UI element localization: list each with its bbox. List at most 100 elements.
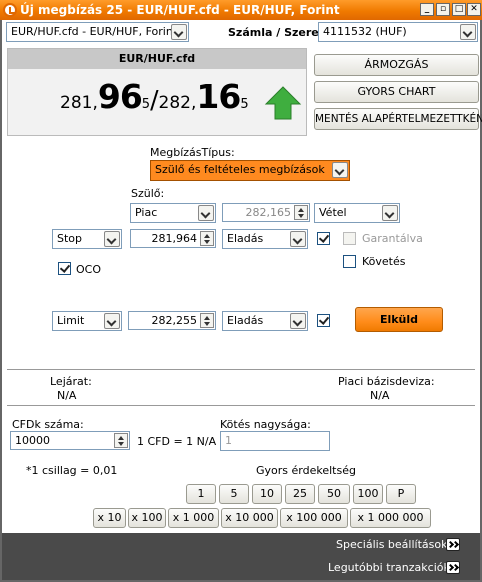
multiplier-x10000[interactable]: x 10 000 <box>221 508 278 528</box>
parent-side-value: Vétel <box>319 206 347 219</box>
stop-side-select[interactable]: Eladás <box>222 229 308 249</box>
quick-amount-50[interactable]: 50 <box>318 484 350 504</box>
chevron-down-icon <box>171 24 187 40</box>
chevron-down-icon <box>332 162 348 178</box>
stop-side-value: Eladás <box>227 232 264 245</box>
spinner-arrows-icon[interactable] <box>200 231 214 246</box>
multiplier-x100[interactable]: x 100 <box>128 508 166 528</box>
quick-amount-100[interactable]: 100 <box>353 484 383 504</box>
bid-big-digits: 96 <box>97 77 143 116</box>
window-title: Új megbízás 25 - EUR/HUF.cfd - EUR/HUF, … <box>20 3 340 17</box>
maximize-button[interactable]: □ <box>452 3 466 16</box>
quote-price: 281,965/282,165 <box>60 77 249 127</box>
app-icon <box>3 3 17 17</box>
title-bar[interactable]: Új megbízás 25 - EUR/HUF.cfd - EUR/HUF, … <box>0 0 482 20</box>
stop-enable-checkbox[interactable] <box>317 232 330 245</box>
chevron-down-icon <box>104 313 120 329</box>
limit-type-value: Limit <box>57 314 85 327</box>
account-select-value: 4111532 (HUF) <box>323 25 407 38</box>
spinner-arrows-icon[interactable] <box>200 313 214 328</box>
bid-small-digit: 5 <box>141 97 151 112</box>
multiplier-x100000[interactable]: x 100 000 <box>280 508 348 528</box>
parent-type-select[interactable]: Piac <box>130 203 216 223</box>
trade-size-field[interactable]: 1 <box>220 431 330 451</box>
quick-amount-p[interactable]: P <box>386 484 416 504</box>
star-note: *1 csillag = 0,01 <box>26 464 118 477</box>
price-move-button[interactable]: ÁRMOZGÁS <box>314 54 479 76</box>
special-settings-label: Speciális beállítások: <box>336 538 452 551</box>
follow-label: Követés <box>362 255 406 268</box>
trend-up-arrow-icon <box>264 86 302 120</box>
recent-transactions-label: Legutóbbi tranzakciók: <box>328 561 454 574</box>
guaranteed-checkbox <box>343 232 356 245</box>
quick-amount-10[interactable]: 10 <box>252 484 282 504</box>
cfd-count-value: 10000 <box>15 434 50 447</box>
oco-label: OCO <box>76 263 101 276</box>
divider <box>7 369 475 370</box>
quote-symbol: EUR/HUF.cfd <box>8 49 306 69</box>
spinner-arrows-icon <box>294 205 308 220</box>
multiplier-x10[interactable]: x 10 <box>93 508 126 528</box>
chevron-down-icon <box>290 313 306 329</box>
ask-small-digit: 5 <box>240 97 249 112</box>
stop-price-spinner[interactable]: 281,964 <box>130 229 216 248</box>
limit-price-spinner[interactable]: 282,255 <box>128 311 216 330</box>
chevron-down-icon <box>198 205 214 221</box>
limit-side-value: Eladás <box>227 314 264 327</box>
base-currency-label: Piaci bázisdeviza: <box>338 375 435 388</box>
cfd-count-spinner[interactable]: 10000 <box>10 431 130 450</box>
quick-amount-label: Gyors érdekeltség <box>256 464 356 477</box>
parent-price-value: 282,165 <box>245 206 292 219</box>
ask-big-digits: 16 <box>196 77 241 116</box>
oco-checkbox[interactable] <box>58 262 71 275</box>
parent-type-value: Piac <box>135 206 158 219</box>
chevron-down-icon <box>104 231 120 247</box>
base-currency-value: N/A <box>370 389 390 402</box>
stop-type-value: Stop <box>57 232 83 245</box>
special-settings-expand-icon[interactable] <box>446 538 460 551</box>
restore-button[interactable]: ▫ <box>436 3 450 16</box>
account-select[interactable]: 4111532 (HUF) <box>318 22 478 42</box>
quick-amount-5[interactable]: 5 <box>219 484 249 504</box>
account-label: Számla / Szerep: <box>228 26 332 39</box>
submit-button[interactable]: Elküld <box>355 307 443 332</box>
price-separator: / <box>150 85 159 114</box>
minimize-button[interactable]: _ <box>420 3 434 16</box>
close-button[interactable]: ✕ <box>467 3 481 16</box>
chevron-down-icon <box>460 24 476 40</box>
quick-amount-1[interactable]: 1 <box>186 484 216 504</box>
limit-enable-checkbox[interactable] <box>317 314 330 327</box>
quick-chart-button[interactable]: GYORS CHART <box>314 81 479 103</box>
multiplier-x1000[interactable]: x 1 000 <box>168 508 219 528</box>
save-defaults-button[interactable]: MENTÉS ALAPÉRTELMEZETTKÉNT <box>314 108 482 130</box>
quote-panel: EUR/HUF.cfd 281,965/282,165 <box>7 48 307 136</box>
limit-price-value: 282,255 <box>151 314 198 327</box>
parent-price-spinner: 282,165 <box>222 203 310 222</box>
order-type-value: Szülő és feltételes megbízások <box>155 163 325 176</box>
limit-side-select[interactable]: Eladás <box>222 311 308 331</box>
order-type-select[interactable]: Szülő és feltételes megbízások <box>150 160 350 181</box>
quick-amount-25[interactable]: 25 <box>285 484 315 504</box>
cfd-count-label: CFDk száma: <box>12 418 84 431</box>
guaranteed-label: Garantálva <box>362 232 423 245</box>
parent-side-select[interactable]: Vétel <box>314 203 400 223</box>
parent-label: Szülő: <box>131 187 165 200</box>
spinner-arrows-icon[interactable] <box>114 433 128 448</box>
expiry-label: Lejárat: <box>50 375 92 388</box>
follow-checkbox[interactable] <box>343 255 356 268</box>
bid-prefix: 281, <box>60 93 98 113</box>
multiplier-x1000000[interactable]: x 1 000 000 <box>350 508 431 528</box>
stop-type-select[interactable]: Stop <box>52 229 122 249</box>
divider <box>7 405 475 406</box>
chevron-down-icon <box>290 231 306 247</box>
expiry-value: N/A <box>57 389 77 402</box>
chevron-down-icon <box>382 205 398 221</box>
instrument-select-value: EUR/HUF.cfd - EUR/HUF, Forint <box>11 25 178 38</box>
trade-size-label: Kötés nagysága: <box>220 418 311 431</box>
stop-price-value: 281,964 <box>151 232 198 245</box>
instrument-select[interactable]: EUR/HUF.cfd - EUR/HUF, Forint <box>6 22 189 42</box>
recent-transactions-expand-icon[interactable] <box>446 561 460 574</box>
limit-type-select[interactable]: Limit <box>52 311 122 331</box>
cfd-conversion-label: 1 CFD = 1 N/A <box>137 435 217 448</box>
ask-prefix: 282, <box>158 93 197 113</box>
